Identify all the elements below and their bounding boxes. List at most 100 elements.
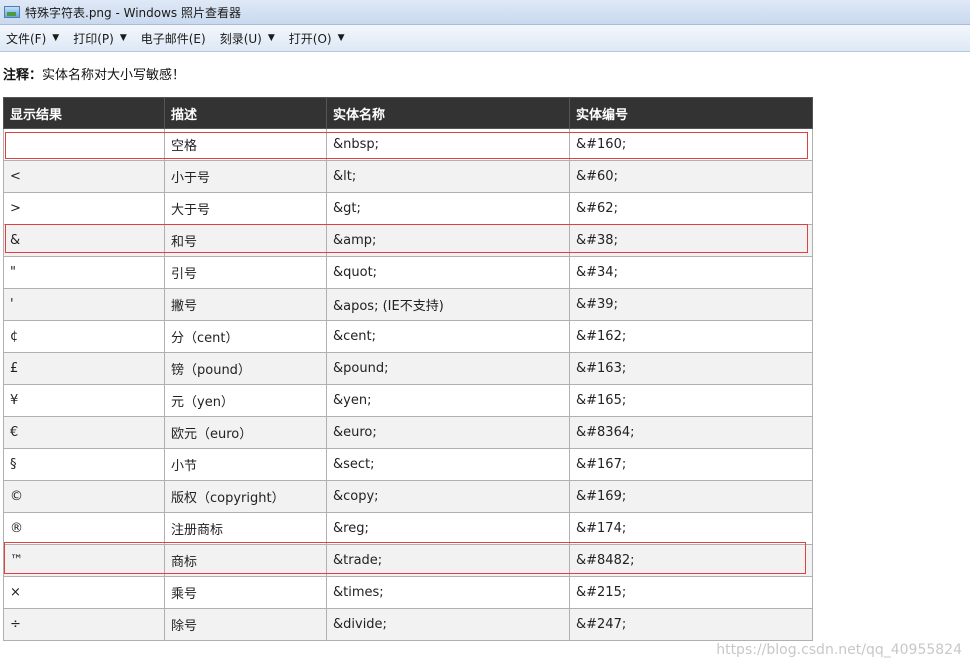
table-row: & 和号 &amp; &#38; (3, 224, 813, 257)
table-row: ™ 商标 &trade; &#8482; (3, 544, 813, 577)
watermark: https://blog.csdn.net/qq_40955824 (716, 642, 962, 658)
table-row: > 大于号 &gt; &#62; (3, 192, 813, 225)
cell-entity-number: &#165; (569, 384, 813, 417)
cell-entity-name: &yen; (326, 384, 570, 417)
cell-entity-number: &#247; (569, 608, 813, 641)
cell-entity-name: &amp; (326, 224, 570, 257)
cell-display: < (3, 160, 165, 193)
cell-entity-number: &#38; (569, 224, 813, 257)
cell-entity-name: &nbsp; (326, 128, 570, 161)
cell-entity-name: &gt; (326, 192, 570, 225)
chevron-down-icon: ▼ (52, 33, 60, 43)
cell-entity-number: &#62; (569, 192, 813, 225)
menu-email[interactable]: 电子邮件(E) (141, 30, 206, 47)
cell-entity-name: &copy; (326, 480, 570, 513)
cell-entity-number: &#39; (569, 288, 813, 321)
chevron-down-icon: ▼ (337, 33, 345, 43)
table-row: 空格 &nbsp; &#160; (3, 128, 813, 161)
cell-description: 版权（copyright） (164, 480, 327, 513)
cell-display: ™ (3, 544, 165, 577)
cell-description: 乘号 (164, 576, 327, 609)
cell-entity-number: &#163; (569, 352, 813, 385)
note-body: 实体名称对大小写敏感！ (42, 68, 186, 83)
cell-entity-number: &#8364; (569, 416, 813, 449)
cell-entity-number: &#215; (569, 576, 813, 609)
cell-description: 大于号 (164, 192, 327, 225)
cell-entity-number: &#167; (569, 448, 813, 481)
cell-entity-name: &times; (326, 576, 570, 609)
title-bar: 特殊字符表.png - Windows 照片查看器 (0, 0, 970, 25)
cell-entity-number: &#162; (569, 320, 813, 353)
cell-description: 小节 (164, 448, 327, 481)
cell-description: 小于号 (164, 160, 327, 193)
cell-description: 商标 (164, 544, 327, 577)
cell-display: & (3, 224, 165, 257)
header-entity-number: 实体编号 (569, 97, 813, 129)
header-entity-name: 实体名称 (326, 97, 570, 129)
cell-entity-name: &euro; (326, 416, 570, 449)
table-row: ' 撇号 &apos; (IE不支持) &#39; (3, 288, 813, 321)
cell-description: 撇号 (164, 288, 327, 321)
cell-display: € (3, 416, 165, 449)
table-row: ¥ 元（yen） &yen; &#165; (3, 384, 813, 417)
cell-description: 分（cent） (164, 320, 327, 353)
cell-entity-name: &apos; (IE不支持) (326, 288, 570, 321)
menu-email-label: 电子邮件(E) (140, 31, 206, 46)
cell-entity-name: &trade; (326, 544, 570, 577)
menu-open-label: 打开(O) (288, 31, 332, 46)
cell-display: ÷ (3, 608, 165, 641)
cell-display: ' (3, 288, 165, 321)
cell-entity-name: &pound; (326, 352, 570, 385)
cell-display: ¢ (3, 320, 165, 353)
menu-open[interactable]: 打开(O) ▼ (289, 30, 345, 47)
table-row: § 小节 &sect; &#167; (3, 448, 813, 481)
cell-entity-name: &divide; (326, 608, 570, 641)
header-display: 显示结果 (3, 97, 165, 129)
cell-display: × (3, 576, 165, 609)
table-row: © 版权（copyright） &copy; &#169; (3, 480, 813, 513)
cell-description: 空格 (164, 128, 327, 161)
cell-display: © (3, 480, 165, 513)
menu-burn[interactable]: 刻录(U) ▼ (220, 30, 275, 47)
note-prefix: 注释： (3, 68, 43, 83)
cell-description: 注册商标 (164, 512, 327, 545)
cell-description: 元（yen） (164, 384, 327, 417)
menu-file-label: 文件(F) (6, 31, 47, 46)
cell-display (3, 128, 165, 161)
table-row: ® 注册商标 &reg; &#174; (3, 512, 813, 545)
table-row: " 引号 &quot; &#34; (3, 256, 813, 289)
table-header-row: 显示结果 描述 实体名称 实体编号 (3, 97, 813, 129)
cell-entity-name: &cent; (326, 320, 570, 353)
table-row: × 乘号 &times; &#215; (3, 576, 813, 609)
cell-entity-number: &#174; (569, 512, 813, 545)
table-row: ÷ 除号 &divide; &#247; (3, 608, 813, 641)
entity-table: 显示结果 描述 实体名称 实体编号 空格 &nbsp; &#160; < 小于号 &lt;… (3, 97, 813, 641)
cell-entity-number: &#169; (569, 480, 813, 513)
cell-entity-name: &sect; (326, 448, 570, 481)
cell-display: > (3, 192, 165, 225)
photo-viewer-icon (4, 6, 20, 18)
image-canvas: 注释：实体名称对大小写敏感！ 显示结果 描述 实体名称 实体编号 空格 &nbsp… (0, 52, 970, 664)
chevron-down-icon: ▼ (267, 33, 275, 43)
cell-entity-number: &#8482; (569, 544, 813, 577)
table-row: £ 镑（pound） &pound; &#163; (3, 352, 813, 385)
cell-display: £ (3, 352, 165, 385)
menu-burn-label: 刻录(U) (219, 31, 262, 46)
table-row: ¢ 分（cent） &cent; &#162; (3, 320, 813, 353)
table-row: € 欧元（euro） &euro; &#8364; (3, 416, 813, 449)
menu-file[interactable]: 文件(F) ▼ (6, 30, 59, 47)
menu-print-label: 打印(P) (73, 31, 114, 46)
menu-bar: 文件(F) ▼ 打印(P) ▼ 电子邮件(E) 刻录(U) ▼ 打开(O) ▼ (0, 25, 970, 52)
cell-display: " (3, 256, 165, 289)
note-text: 注释：实体名称对大小写敏感！ (3, 64, 185, 83)
cell-entity-number: &#60; (569, 160, 813, 193)
cell-description: 欧元（euro） (164, 416, 327, 449)
cell-entity-number: &#34; (569, 256, 813, 289)
cell-description: 除号 (164, 608, 327, 641)
cell-description: 镑（pound） (164, 352, 327, 385)
table-row: < 小于号 &lt; &#60; (3, 160, 813, 193)
cell-entity-name: &quot; (326, 256, 570, 289)
menu-print[interactable]: 打印(P) ▼ (73, 30, 127, 47)
cell-display: § (3, 448, 165, 481)
cell-entity-name: &lt; (326, 160, 570, 193)
